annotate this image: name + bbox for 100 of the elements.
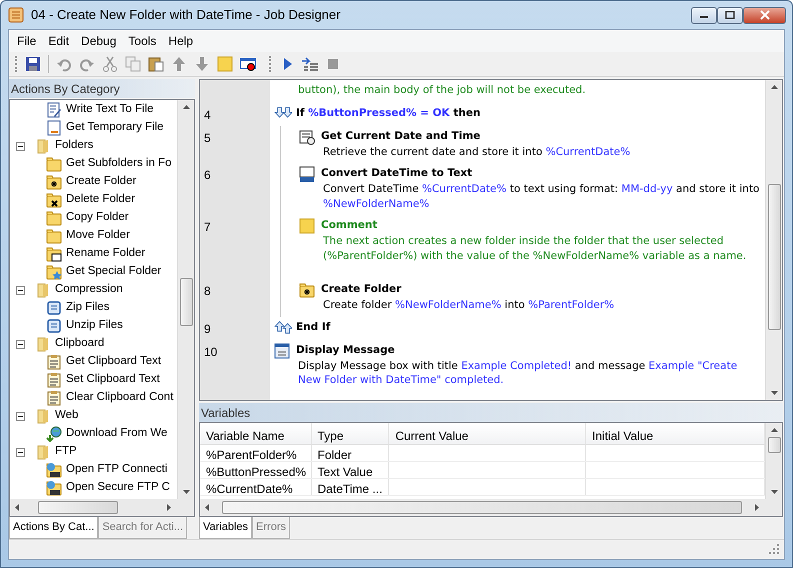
panel-title: Actions By Category [9, 79, 195, 98]
step-description: Create folder %NewFolderName% into %ParentFolder% [322, 298, 616, 313]
vertical-scrollbar[interactable] [765, 80, 782, 400]
scroll-thumb[interactable] [180, 278, 192, 326]
minimize-button[interactable] [691, 6, 717, 24]
panel-title: Variables [199, 403, 783, 422]
step-description: Display Message box with title Example Completed! and message Example "Create New Folder with DateTime" completed. [297, 358, 738, 388]
action-item[interactable]: Get Subfolders in Fo [66, 155, 172, 173]
horizontal-scrollbar[interactable] [10, 499, 194, 516]
step-title[interactable]: End If [296, 320, 761, 336]
collapse-toggle-icon[interactable] [16, 286, 25, 294]
action-item[interactable]: Get Clipboard Text [66, 353, 162, 371]
column-header[interactable]: Variable Name [200, 423, 312, 444]
action-item[interactable]: Download From We [66, 425, 168, 443]
step-description: Convert DateTime %CurrentDate% to text using format: MM-dd-yy and store it into %NewFolderName% [322, 182, 760, 212]
archive-icon [46, 318, 62, 334]
action-item[interactable]: Get Special Folder [66, 263, 162, 281]
step-description: Retrieve the current date and store it into %CurrentDate% [322, 144, 632, 160]
comment-text: button), the main body of the job will not be executed. [298, 83, 586, 98]
comment-text: The next action creates a new folder inside the folder that the user selected (%ParentFolder%) with the value of the %NewFolderName% variable as a name. [322, 234, 748, 264]
globe-download-icon [46, 426, 62, 442]
step-title[interactable]: Display Message [296, 342, 761, 359]
archive-icon [46, 300, 62, 316]
message-window-icon [274, 342, 292, 359]
line-number: 7 [204, 220, 211, 234]
scroll-thumb[interactable] [768, 184, 780, 330]
folder-icon [35, 408, 51, 424]
line-number: 4 [204, 108, 211, 122]
table-cell: %ParentFolder% [200, 445, 312, 461]
panel-tab[interactable]: Errors [252, 517, 290, 538]
action-item[interactable]: Open Secure FTP C [66, 479, 170, 497]
maximize-button[interactable] [717, 6, 743, 24]
step-title[interactable]: Convert DateTime to Text [321, 166, 761, 182]
category-label[interactable]: Compression [55, 281, 123, 299]
panel-tab[interactable]: Actions By Cat... [9, 517, 98, 538]
category-label[interactable]: FTP [55, 443, 77, 461]
action-item[interactable]: Write Text To File [66, 101, 154, 119]
ftp-folder-icon [46, 480, 62, 496]
category-label[interactable]: Web [55, 407, 78, 425]
collapse-toggle-icon[interactable] [16, 142, 25, 150]
column-header[interactable]: Type [312, 423, 390, 444]
folder-icon [35, 138, 51, 154]
menu-item[interactable]: Tools [122, 30, 162, 52]
step-title[interactable]: If %ButtonPressed% = OK then [296, 106, 761, 122]
close-icon [758, 10, 770, 20]
maximize-icon [725, 11, 735, 19]
line-number: 8 [204, 284, 211, 298]
save-icon[interactable] [23, 54, 43, 74]
step-title[interactable]: Create Folder [321, 282, 761, 298]
clipboard-icon [46, 390, 62, 406]
vertical-scrollbar[interactable] [177, 100, 194, 499]
menu-item[interactable]: Debug [75, 30, 122, 52]
horizontal-scrollbar[interactable] [200, 499, 782, 516]
menu-item[interactable]: Help [162, 30, 200, 52]
folder-icon [35, 336, 51, 352]
note-icon [299, 218, 317, 234]
scroll-thumb[interactable] [222, 501, 742, 514]
clipboard-icon [46, 354, 62, 370]
document-edit-icon [46, 102, 62, 118]
action-item[interactable]: Get Temporary File [66, 119, 164, 137]
category-label[interactable]: Folders [55, 137, 94, 155]
action-item[interactable]: Open FTP Connecti [66, 461, 168, 479]
panel-tab[interactable]: Search for Acti... [98, 517, 188, 538]
action-item[interactable]: Rename Folder [66, 245, 146, 263]
clipboard-icon [46, 372, 62, 388]
window-title: 04 - Create New Folder with DateTime - Job Designer [31, 6, 340, 24]
step-title[interactable]: Get Current Date and Time [321, 128, 761, 144]
folder-icon [46, 156, 62, 172]
line-number: 5 [204, 130, 211, 145]
scroll-thumb[interactable] [768, 437, 780, 453]
collapse-toggle-icon[interactable] [16, 340, 25, 348]
ftp-folder-icon [46, 462, 62, 478]
new-folder-icon [46, 174, 62, 190]
column-header[interactable]: Current Value [389, 423, 586, 444]
vertical-scrollbar[interactable] [765, 423, 782, 499]
action-item[interactable]: Zip Files [66, 299, 110, 317]
action-item[interactable]: Unzip Files [66, 317, 123, 335]
action-item[interactable]: Copy Folder [66, 209, 129, 227]
collapse-toggle-icon[interactable] [16, 448, 25, 456]
folder-star-icon [46, 264, 62, 280]
document-icon [46, 120, 62, 136]
line-number: 10 [204, 344, 218, 359]
resize-grip-icon[interactable] [768, 543, 780, 555]
step-title[interactable]: Comment [321, 218, 761, 234]
table-cell: Folder [312, 445, 390, 461]
scroll-thumb[interactable] [38, 501, 118, 514]
collapse-toggle-icon[interactable] [16, 412, 25, 420]
folder-icon [35, 282, 51, 298]
action-item[interactable]: Create Folder [66, 173, 136, 191]
close-button[interactable] [743, 6, 786, 24]
menu-item[interactable]: Edit [42, 30, 76, 52]
folder-icon [46, 228, 62, 244]
panel-tab[interactable]: Variables [199, 517, 252, 538]
line-number: 9 [204, 322, 211, 336]
action-item[interactable]: Clear Clipboard Cont [66, 389, 174, 407]
action-item[interactable]: Move Folder [66, 227, 130, 245]
category-label[interactable]: Clipboard [55, 335, 104, 353]
action-item[interactable]: Delete Folder [66, 191, 136, 209]
menu-item[interactable]: File [11, 30, 42, 52]
action-item[interactable]: Set Clipboard Text [66, 371, 160, 389]
